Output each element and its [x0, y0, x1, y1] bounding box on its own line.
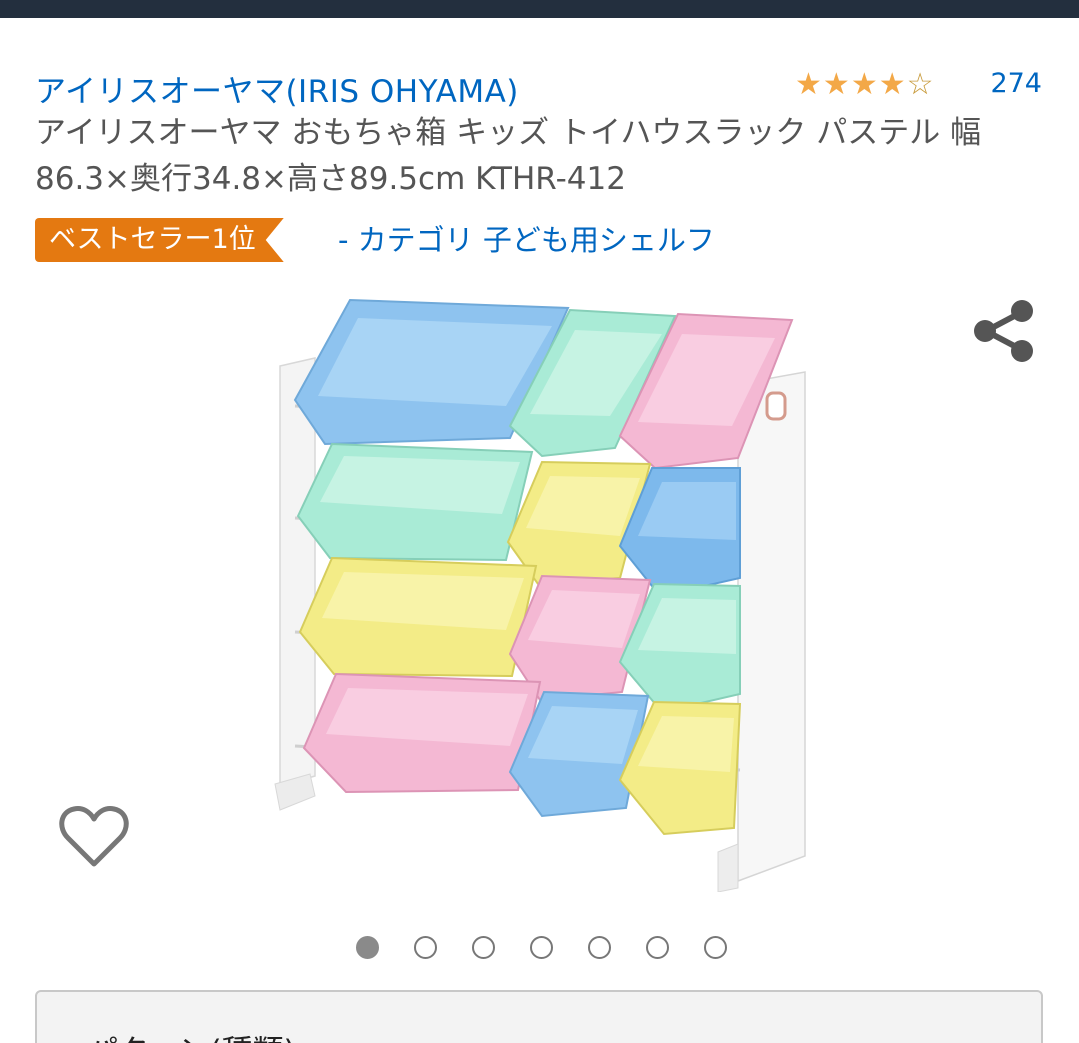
carousel-dot[interactable]: [646, 936, 669, 959]
carousel-dot[interactable]: [704, 936, 727, 959]
carousel-dot[interactable]: [356, 936, 379, 959]
variation-label: パターン(種類): [87, 1026, 296, 1043]
carousel-dot[interactable]: [530, 936, 553, 959]
carousel-dots: [356, 936, 727, 959]
product-title: アイリスオーヤマ おもちゃ箱 キッズ トイハウスラック パステル 幅86.3×奥…: [35, 115, 982, 197]
category-link[interactable]: - カテゴリ 子ども用シェルフ: [338, 218, 715, 262]
brand-link[interactable]: アイリスオーヤマ(IRIS OHYAMA): [35, 66, 519, 111]
carousel-dot[interactable]: [472, 936, 495, 959]
star-empty-icon: ☆: [906, 67, 934, 102]
star-filled-icon: ★: [795, 67, 822, 102]
star-filled-icon: ★: [850, 67, 878, 102]
star-rating[interactable]: ★ ★ ★ ★ ☆: [795, 68, 934, 102]
heart-icon[interactable]: [58, 800, 130, 872]
best-seller-badge: ベストセラー1位: [35, 218, 284, 262]
share-icon[interactable]: [970, 298, 1038, 364]
carousel-dot[interactable]: [414, 936, 437, 959]
stars-container: ★ ★ ★ ★ ☆: [795, 68, 934, 102]
star-filled-icon: ★: [878, 67, 906, 102]
product-image[interactable]: [270, 296, 815, 893]
review-count-link[interactable]: 274: [990, 68, 1042, 99]
carousel-dot[interactable]: [588, 936, 611, 959]
variation-selector[interactable]: パターン(種類): [35, 990, 1043, 1043]
star-filled-icon: ★: [822, 67, 850, 102]
top-bar: [0, 0, 1079, 18]
